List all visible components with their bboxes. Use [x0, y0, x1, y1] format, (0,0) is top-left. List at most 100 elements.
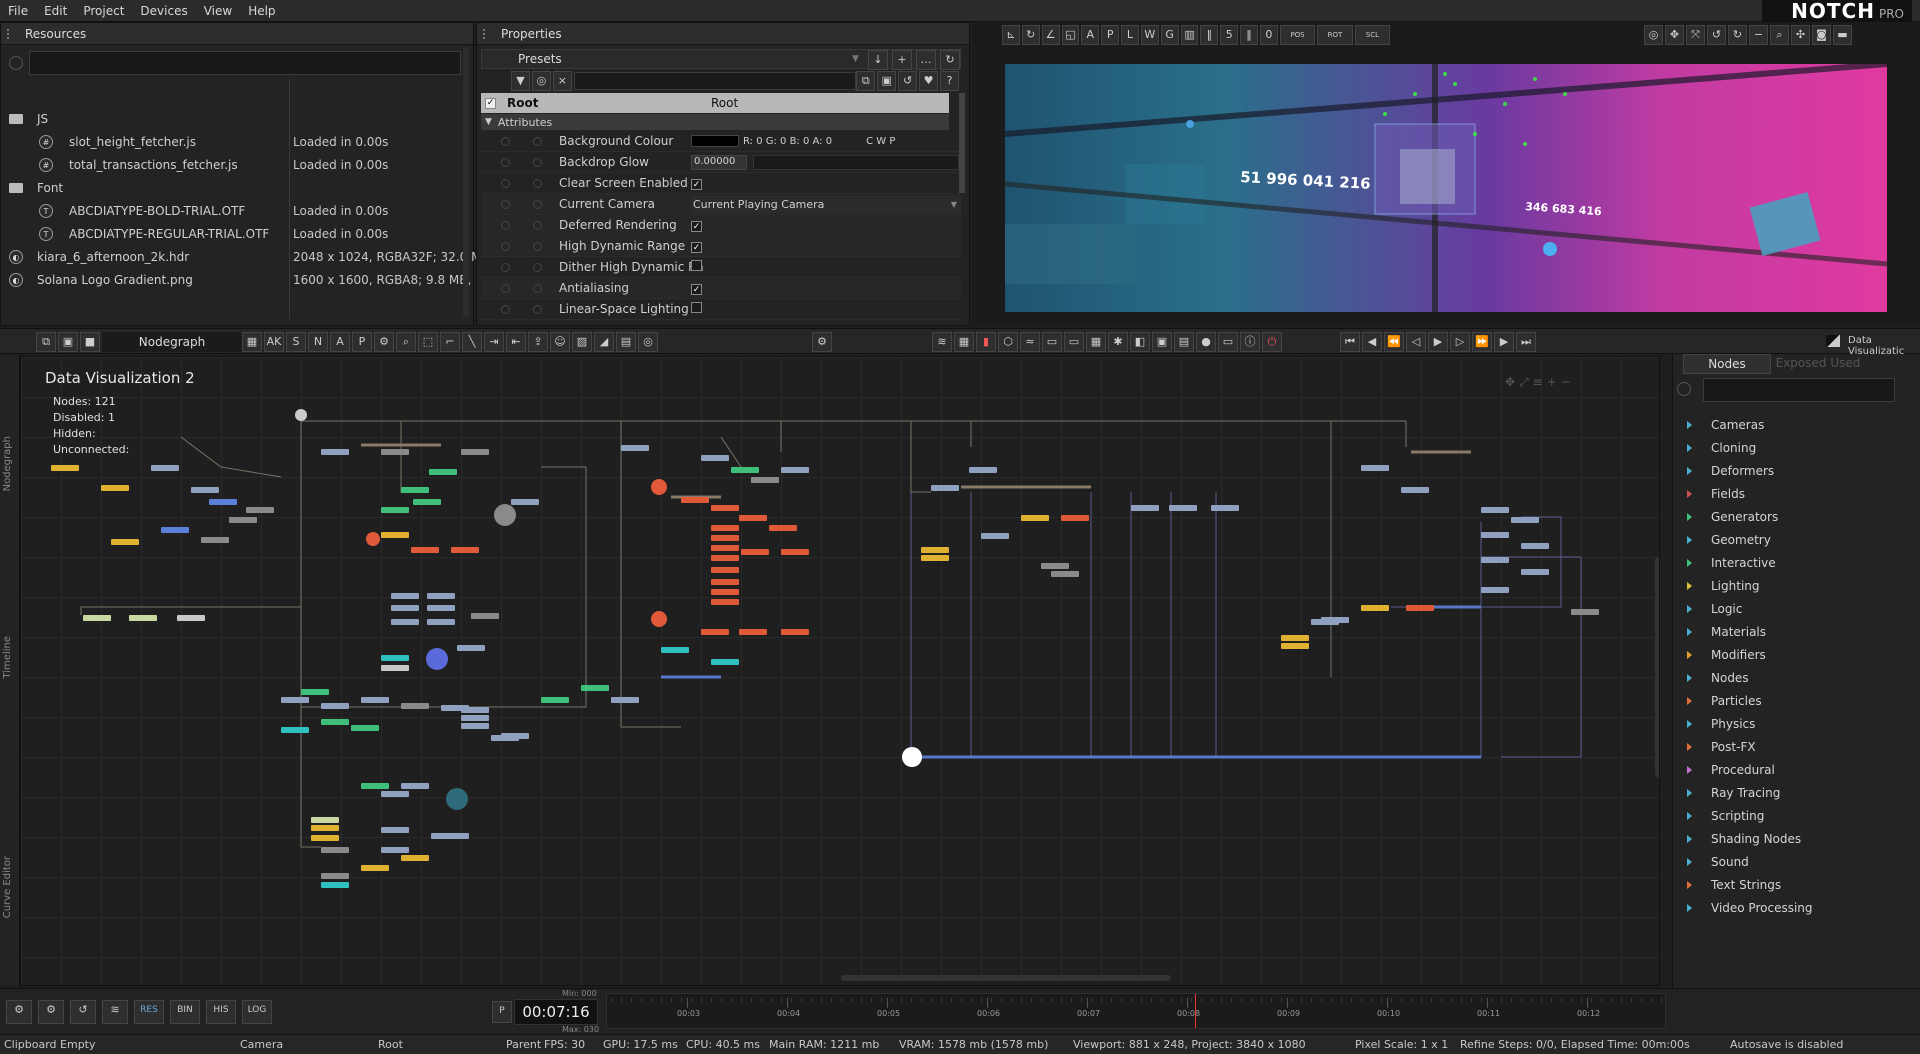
export-icon[interactable]: ⇪ — [528, 332, 548, 352]
node-box[interactable] — [1041, 563, 1069, 569]
node-box[interactable] — [1521, 543, 1549, 549]
attribute-row[interactable]: Dither High Dynamic Ra — [481, 257, 961, 278]
node-box[interactable] — [461, 723, 489, 729]
node-box[interactable] — [51, 465, 79, 471]
node-box[interactable] — [391, 593, 419, 599]
nodegraph-h-scrollbar[interactable] — [841, 975, 1171, 981]
node-category[interactable]: Interactive — [1711, 552, 1776, 574]
attribute-row[interactable]: Clear Screen Enabled ✓ — [481, 173, 961, 194]
expose-dot[interactable] — [533, 304, 542, 314]
emitter-node[interactable] — [651, 611, 667, 627]
node-category[interactable]: Shading Nodes — [1711, 828, 1801, 850]
prev-key-icon[interactable]: ◀ — [1362, 332, 1382, 352]
node-box[interactable] — [161, 527, 189, 533]
node-box[interactable] — [1169, 505, 1197, 511]
node-box[interactable] — [711, 555, 739, 561]
node-box[interactable] — [1571, 609, 1599, 615]
bars-icon[interactable]: ‖ — [1200, 25, 1219, 45]
cog-dropdown-icon[interactable]: ⚙ — [38, 1000, 64, 1024]
node-box[interactable] — [581, 685, 609, 691]
download-icon[interactable]: ↓ — [868, 50, 888, 70]
expose-dot[interactable] — [533, 178, 542, 188]
resource-item[interactable]: Font — [1, 178, 461, 198]
node-category[interactable]: Video Processing — [1711, 897, 1813, 919]
tab-exposed-used[interactable]: Exposed Used — [1773, 354, 1863, 374]
target-icon[interactable]: ◎ — [1644, 25, 1663, 45]
add-icon[interactable]: + — [892, 50, 912, 70]
cut-icon[interactable]: ╲ — [462, 332, 482, 352]
attributes-section[interactable]: ▼ Attributes — [481, 114, 949, 130]
node-box[interactable] — [391, 619, 419, 625]
node-box[interactable] — [1481, 532, 1509, 538]
pattern-icon[interactable]: ▨ — [572, 332, 592, 352]
his-button[interactable]: HIS — [206, 1000, 236, 1024]
properties-scrollbar[interactable] — [959, 93, 965, 193]
node-box[interactable] — [769, 525, 797, 531]
emitter-node[interactable] — [651, 479, 667, 495]
grid2-icon[interactable]: ▦ — [954, 332, 974, 352]
render-viewport[interactable]: 51 996 041 216 346 683 416 — [1005, 64, 1887, 312]
square-icon[interactable]: ■ — [80, 332, 100, 352]
particle-node[interactable] — [494, 504, 516, 526]
expand-arrow-icon[interactable] — [1687, 651, 1692, 659]
attribute-row[interactable]: Background Colour R: 0 G: 0 B: 0 A: 0C W … — [481, 131, 961, 152]
keyframe-dot[interactable] — [501, 304, 510, 314]
log-button[interactable]: LOG — [242, 1000, 272, 1024]
rotate-camera-icon[interactable]: ↻ — [1728, 25, 1747, 45]
expose-dot[interactable] — [533, 199, 542, 209]
expand-arrow-icon[interactable] — [1687, 421, 1692, 429]
expand-arrow-icon[interactable] — [1687, 697, 1692, 705]
light-node[interactable] — [446, 788, 468, 810]
node-box[interactable] — [427, 619, 455, 625]
node-box[interactable] — [381, 791, 409, 797]
node-box[interactable] — [101, 485, 129, 491]
node-box[interactable] — [621, 445, 649, 451]
node-category[interactable]: Physics — [1711, 713, 1755, 735]
expand-arrow-icon[interactable] — [1687, 789, 1692, 797]
node-box[interactable] — [1521, 569, 1549, 575]
copy-icon[interactable]: ⧉ — [36, 332, 56, 352]
node-category[interactable]: Logic — [1711, 598, 1742, 620]
panel-icon[interactable]: ▤ — [1174, 332, 1194, 352]
node-box[interactable] — [471, 613, 499, 619]
paste-icon[interactable]: ▣ — [877, 71, 897, 91]
node-category[interactable]: Modifiers — [1711, 644, 1766, 666]
snap-p[interactable]: P — [352, 332, 372, 352]
nodegraph-canvas[interactable]: Data Visualization 2 Nodes: 121 Disabled:… — [20, 356, 1660, 986]
l-icon[interactable]: L — [1121, 25, 1139, 45]
node-box[interactable] — [701, 629, 729, 635]
node-box[interactable] — [461, 715, 489, 721]
node-box[interactable] — [1061, 515, 1089, 521]
node-box[interactable] — [401, 703, 429, 709]
resource-item[interactable]: ◐ Solana Logo Gradient.png 1600 x 1600, RG… — [1, 270, 493, 290]
node-box[interactable] — [427, 605, 455, 611]
cube-icon[interactable]: ⬡ — [998, 332, 1018, 352]
node-box[interactable] — [1211, 505, 1239, 511]
help-icon[interactable]: ? — [940, 71, 959, 91]
node-box[interactable] — [201, 537, 229, 543]
timeline-ruler[interactable]: 00:03 00:04 00:05 00:06 00:07 00:08 00:09 00:10… — [606, 993, 1666, 1029]
node-box[interactable] — [711, 535, 739, 541]
zoom-icon[interactable]: ⌕ — [1770, 25, 1789, 45]
node-box[interactable] — [731, 467, 759, 473]
node-box[interactable] — [1021, 515, 1049, 521]
out-icon[interactable]: ⇤ — [506, 332, 526, 352]
w-icon[interactable]: W — [1140, 25, 1159, 45]
node-box[interactable] — [931, 485, 959, 491]
resource-item[interactable]: T ABCDIATYPE-REGULAR-TRIAL.OTF Loaded in 0… — [1, 224, 461, 244]
node-box[interactable] — [711, 567, 739, 573]
axis-icon[interactable]: ⊾ — [1002, 25, 1020, 45]
root-row[interactable]: ✓ Root Root — [481, 93, 949, 113]
node-box[interactable] — [611, 697, 639, 703]
keyframe-dot[interactable] — [501, 178, 510, 188]
menu-file[interactable]: File — [0, 0, 36, 22]
node-box[interactable] — [969, 467, 997, 473]
fast-forward-icon[interactable]: ⏩ — [1472, 332, 1492, 352]
node-box[interactable] — [321, 882, 349, 888]
node-box[interactable] — [111, 539, 139, 545]
expose-dot[interactable] — [533, 136, 542, 146]
node-category[interactable]: Sound — [1711, 851, 1749, 873]
expand-arrow-icon[interactable] — [1687, 628, 1692, 636]
node-box[interactable] — [381, 507, 409, 513]
node-box[interactable] — [427, 593, 455, 599]
